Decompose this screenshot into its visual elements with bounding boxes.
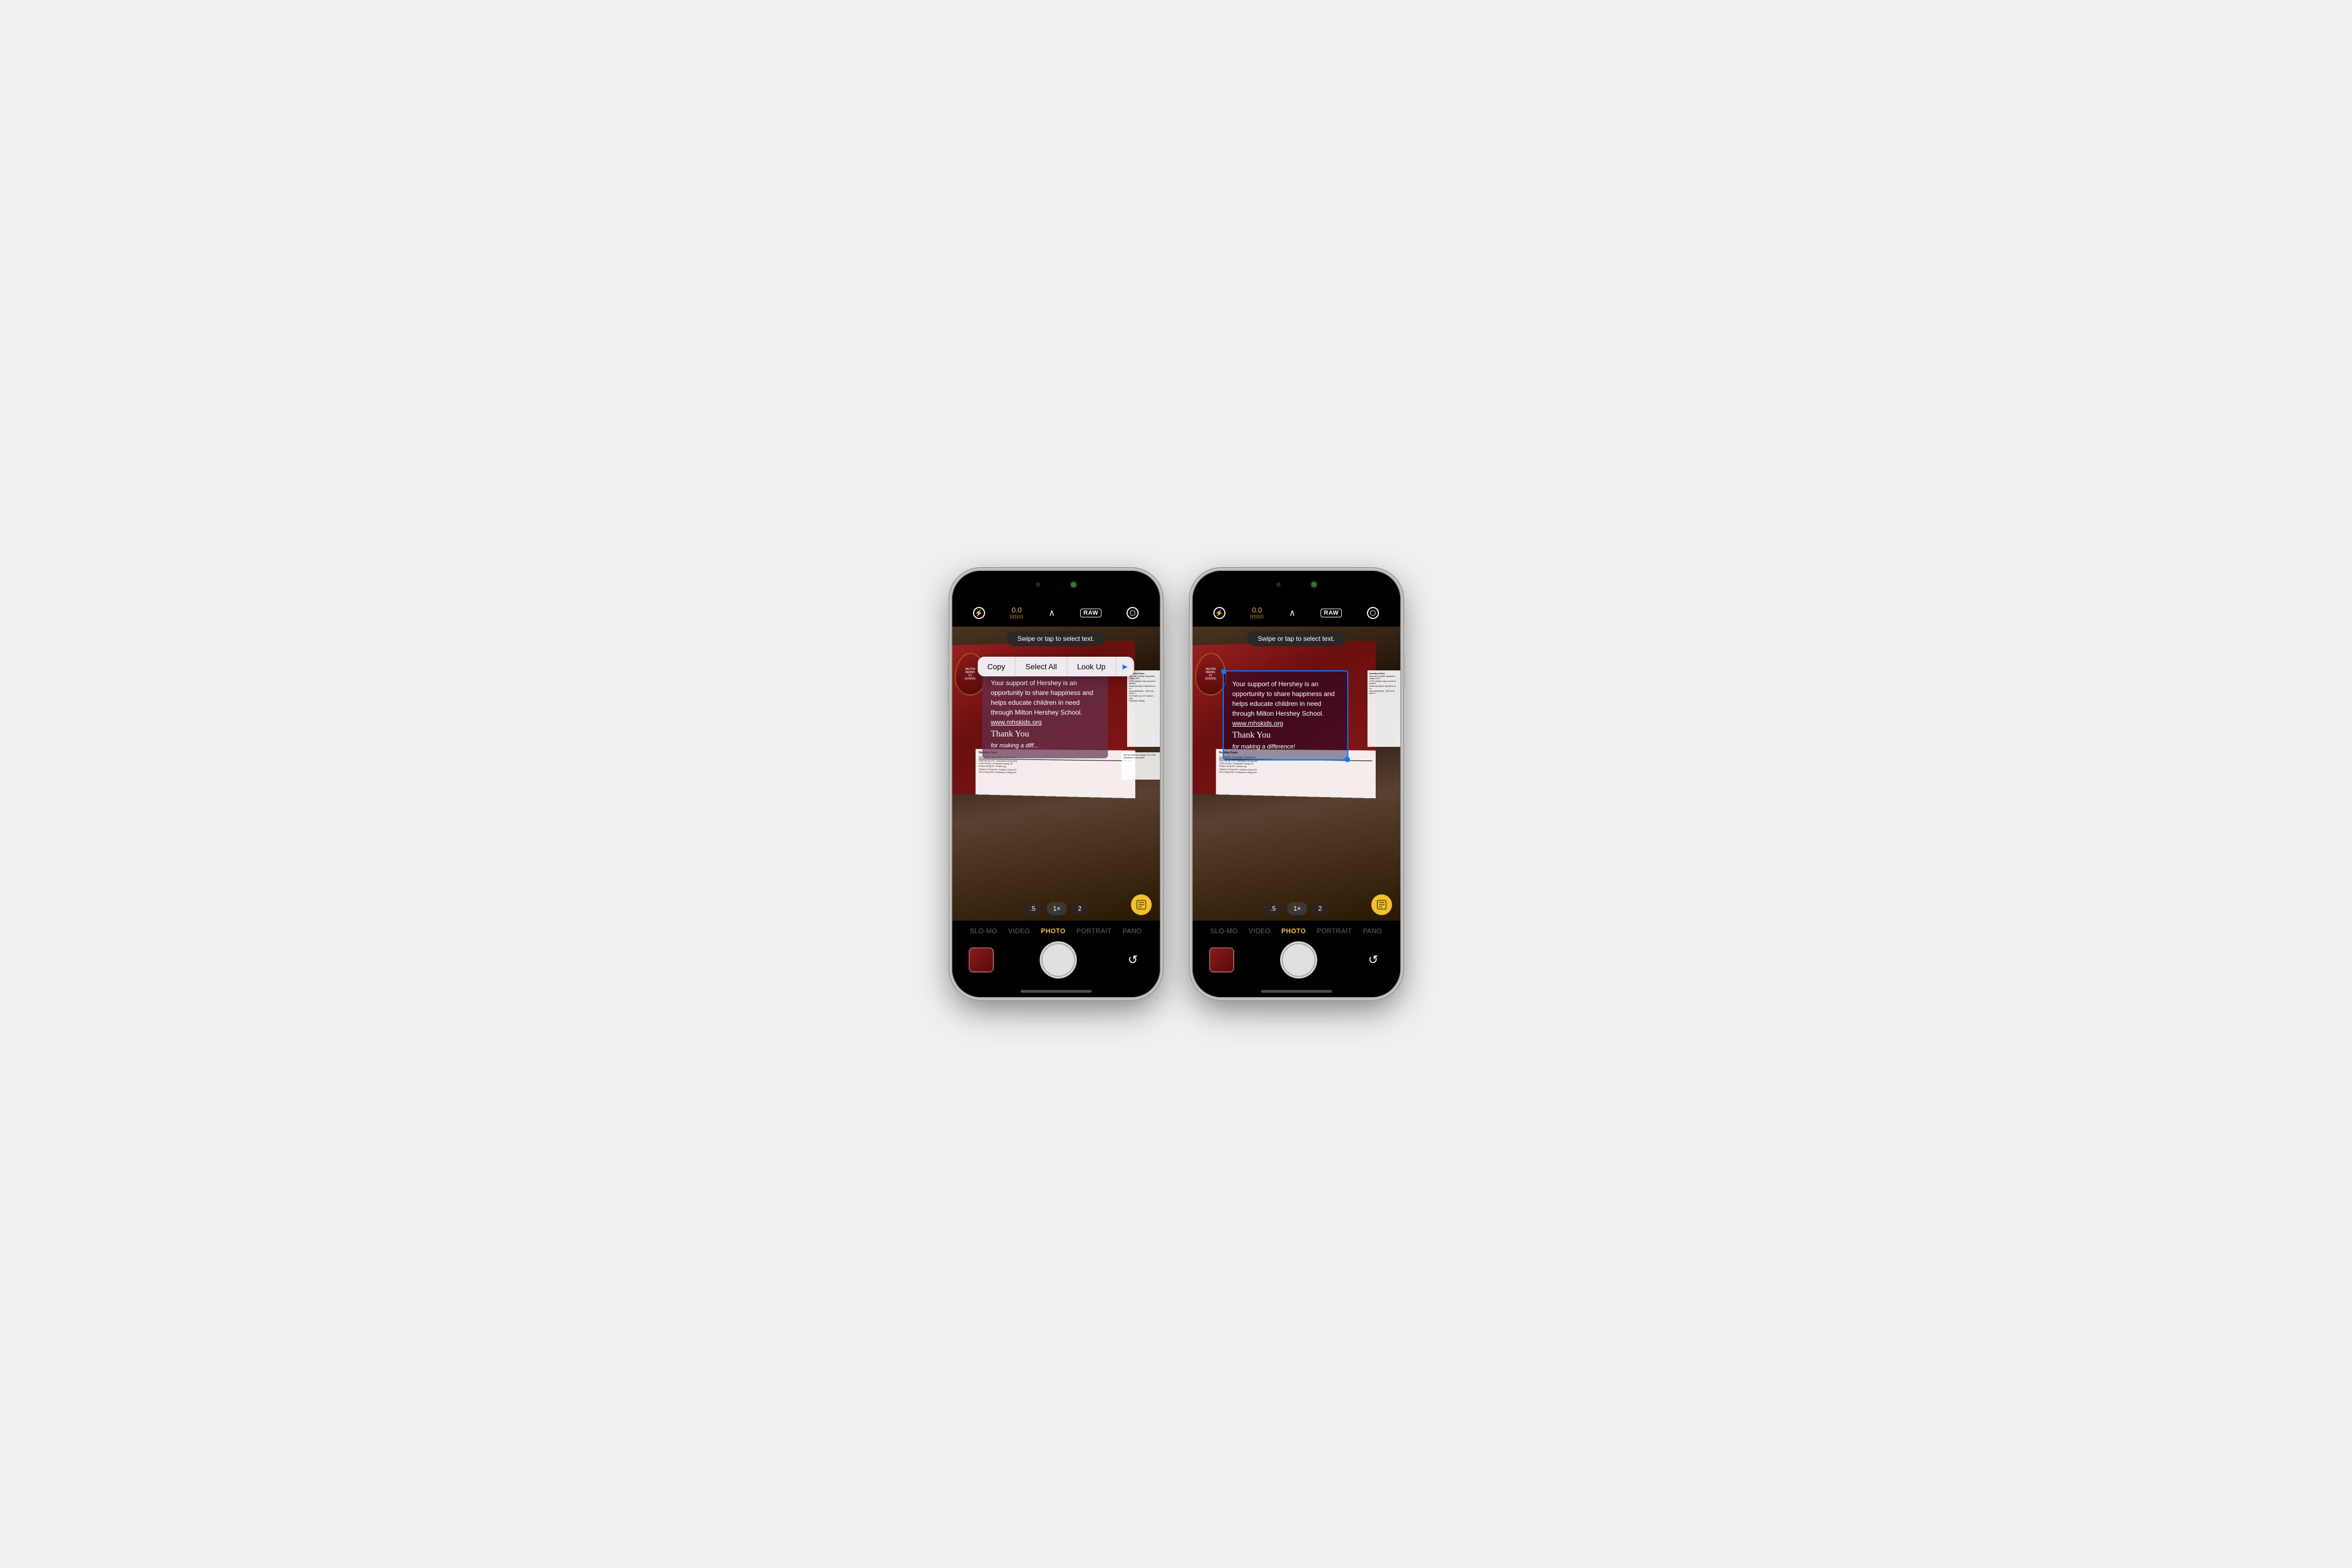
flash-button-2[interactable]: ⚡ [1213,607,1225,619]
selection-handle-tl [1221,669,1227,674]
camera-top-bar-1: ⚡ 0.0 |||||||| ∧ RAW [952,599,1160,627]
flash-button-1[interactable]: ⚡ [973,607,985,619]
mode-slomo-2[interactable]: SLO-MO [1210,927,1237,935]
live-text-button-2[interactable] [1371,894,1392,915]
front-camera-indicator [1036,582,1040,587]
copy-button[interactable]: Copy [977,657,1016,676]
context-menu: Copy Select All Look Up ▶ [977,657,1134,676]
mode-pano-2[interactable]: PANO [1363,927,1382,935]
more-button[interactable]: ▶ [1116,657,1134,676]
chevron-up-button-1[interactable]: ∧ [1048,608,1055,618]
shutter-inner-1 [1042,944,1074,976]
raw-badge-2[interactable]: RAW [1321,609,1342,617]
text-overlay-2: Your support of Hershey is an opportunit… [1223,670,1348,761]
mode-photo-2[interactable]: PHOTO [1281,927,1306,935]
exposure-display-1: 0.0 |||||||| [1010,606,1024,619]
zoom-1x-button-2[interactable]: 1× [1287,902,1307,915]
dynamic-island-2 [1266,576,1327,593]
home-indicator-2 [1261,990,1332,993]
exposure-bars-2: |||||||| [1251,615,1264,620]
exposure-value-1: 0.0 [1010,606,1024,614]
status-bar-1 [952,571,1160,599]
look-up-button[interactable]: Look Up [1067,657,1116,676]
overlay-text-1: Your support of Hershey is an opportunit… [991,678,1099,717]
zoom-2x-button-2[interactable]: 2 [1312,902,1329,915]
text-overlay-1: Your support of Hershey is an opportunit… [982,670,1108,758]
live-photo-button-1[interactable] [1127,607,1139,619]
mode-portrait-2[interactable]: PORTRAIT [1317,927,1352,935]
flash-icon-2: ⚡ [1213,607,1225,619]
shutter-button-2[interactable] [1280,941,1317,978]
camera-controls-2: ↺ [1193,935,1400,985]
flip-camera-button-2[interactable]: ↺ [1363,950,1384,970]
zoom-1x-button-1[interactable]: 1× [1046,902,1067,915]
mode-pano-1[interactable]: PANO [1123,927,1142,935]
home-indicator-1 [1021,990,1092,993]
viewfinder-1: MILTONHERSH-EYSCHOOL Nutrition Facts Ser… [952,627,1160,921]
overlay-link-2[interactable]: www.mhskids.org [1233,720,1283,727]
mode-slomo-1[interactable]: SLO-MO [970,927,997,935]
camera-bottom-2: SLO-MO VIDEO PHOTO PORTRAIT PANO ↺ [1193,921,1400,997]
selection-handle-br [1345,757,1350,762]
overlay-handwriting2-2: for making a difference! [1233,742,1339,752]
phone-2: ⚡ 0.0 |||||||| ∧ RAW MILT [1193,571,1400,997]
status-bar-2 [1193,571,1400,599]
phone-1: ⚡ 0.0 |||||||| ∧ RAW MILT [952,571,1160,997]
zoom-2x-button-1[interactable]: 2 [1071,902,1088,915]
camera-bottom-1: SLO-MO VIDEO PHOTO PORTRAIT PANO ↺ [952,921,1160,997]
mode-portrait-1[interactable]: PORTRAIT [1076,927,1111,935]
zoom-0-5-button-2[interactable]: .5 [1264,902,1282,915]
overlay-text-2: Your support of Hershey is an opportunit… [1233,679,1339,718]
exposure-bars-1: |||||||| [1010,615,1024,620]
zoom-controls-2: .5 1× 2 [1264,902,1328,915]
mode-photo-1[interactable]: PHOTO [1041,927,1065,935]
overlay-handwriting1-2: Thank You [1233,730,1339,740]
green-dot-indicator [1071,582,1076,587]
camera-modes-2: SLO-MO VIDEO PHOTO PORTRAIT PANO [1193,921,1400,935]
exposure-display-2: 0.0 |||||||| [1251,606,1264,619]
exposure-value-2: 0.0 [1251,606,1264,614]
photo-thumbnail-2[interactable] [1209,947,1234,972]
green-dot-indicator-2 [1311,582,1317,587]
swipe-hint-1: Swipe or tap to select text. [1006,631,1105,646]
mode-video-1[interactable]: VIDEO [1008,927,1030,935]
select-all-button[interactable]: Select All [1016,657,1068,676]
mode-video-2[interactable]: VIDEO [1248,927,1270,935]
live-photo-button-2[interactable] [1367,607,1379,619]
overlay-handwriting1-1: Thank You [991,729,1099,739]
dynamic-island-1 [1026,576,1086,593]
front-camera-indicator-2 [1276,582,1281,587]
flash-icon-1: ⚡ [973,607,985,619]
viewfinder-2: MILTONHERSH-EYSCHOOL Nutrition Facts Ser… [1193,627,1400,921]
overlay-handwriting2-1: for making a diff... [991,741,1099,751]
overlay-link-1[interactable]: www.mhskids.org [991,718,1042,726]
camera-top-bar-2: ⚡ 0.0 |||||||| ∧ RAW [1193,599,1400,627]
zoom-controls-1: .5 1× 2 [1023,902,1088,915]
swipe-hint-2: Swipe or tap to select text. [1247,631,1346,646]
flip-camera-button-1[interactable]: ↺ [1123,950,1143,970]
shutter-inner-2 [1283,944,1314,976]
photo-thumbnail-1[interactable] [969,947,994,972]
shutter-button-1[interactable] [1040,941,1077,978]
raw-badge-1[interactable]: RAW [1080,609,1101,617]
hershey-logo-2: MILTONHERSH-EYSCHOOL [1195,652,1226,695]
chevron-up-button-2[interactable]: ∧ [1289,608,1295,618]
live-text-button-1[interactable] [1131,894,1152,915]
zoom-0-5-button-1[interactable]: .5 [1023,902,1042,915]
camera-modes-1: SLO-MO VIDEO PHOTO PORTRAIT PANO [952,921,1160,935]
camera-controls-1: ↺ [952,935,1160,985]
app-container: ⚡ 0.0 |||||||| ∧ RAW MILT [952,571,1400,997]
